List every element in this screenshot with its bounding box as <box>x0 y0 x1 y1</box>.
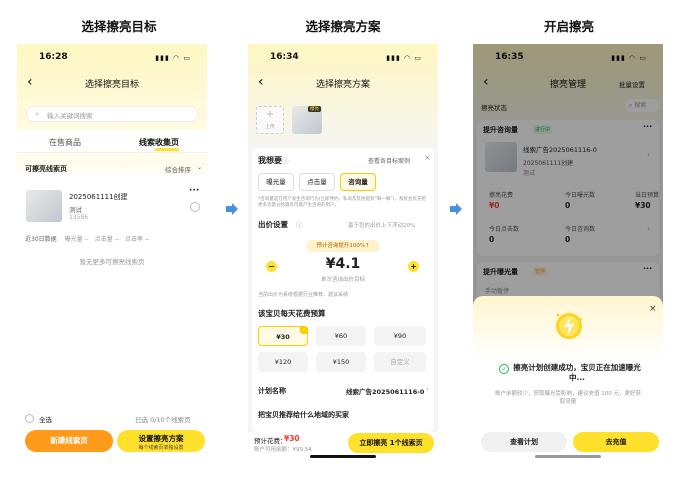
plan-name-label: 计划名称 <box>258 387 286 395</box>
setup-plan-button[interactable]: 设置擦亮方案 每个线索页单独设置 <box>117 430 205 452</box>
estimate-value: ¥30 <box>284 434 300 443</box>
view-plan-button[interactable]: 查看计划 <box>481 432 567 452</box>
bottom-bar: 预计花费： ¥30 账户可用余额：¥99.54 立即擦亮 1个线索页 <box>248 432 438 464</box>
help-icon: ⓘ <box>282 157 289 165</box>
plan-name-value[interactable]: 线索广告2025061116-0 <box>346 386 424 396</box>
flow-arrow-icon <box>450 203 462 215</box>
recharge-button[interactable]: 去充值 <box>573 432 659 452</box>
home-indicator <box>535 455 601 458</box>
tab-indicator <box>155 148 179 151</box>
stat-ctr: 点击率 <box>124 236 143 243</box>
plus-button[interactable]: + <box>408 261 419 272</box>
stats-row: 近30日数据 曝光量 -- 点击量 -- 点击率 -- <box>25 236 150 243</box>
page-title: 选择擦亮目标 <box>84 80 139 90</box>
status-bar: 16:28 ▮▮▮ ◠ ▭ <box>17 52 207 64</box>
price-120[interactable]: ¥120 <box>258 352 308 372</box>
tab-on-sale[interactable]: 在售商品 <box>49 137 81 148</box>
page-title: 选择擦亮方案 <box>315 80 370 90</box>
thumb-badge: 擦亮 <box>308 106 321 112</box>
price-custom[interactable]: 自定义 <box>374 352 426 372</box>
goal-clicks[interactable]: 点击量 <box>299 173 335 191</box>
chevron-down-icon: ⌄ <box>197 164 203 171</box>
item-checkbox[interactable] <box>190 202 200 212</box>
select-all-checkbox[interactable] <box>25 414 34 423</box>
section-label: 可擦亮线索页 <box>25 165 67 173</box>
more-icon[interactable]: ··· <box>189 186 199 196</box>
select-all-label: 全选 <box>39 416 52 424</box>
minus-button[interactable]: − <box>266 261 277 272</box>
lightning-coin-icon <box>556 313 582 339</box>
selected-count: 已选 0/10个线索页 <box>135 416 191 424</box>
goal-note: *咨询量是在用户发生咨询行为(立即预约、私询及其他提到“聊一聊”)，系统会优先把… <box>258 197 426 208</box>
item-thumbnail <box>26 190 62 222</box>
bid-label: 出价设置 <box>258 220 288 229</box>
bid-unit: 单次咨询出价目标 <box>320 277 365 283</box>
success-title: 擦亮计划创建成功，宝贝正在加速曝光中... <box>513 363 641 382</box>
success-note: 账户余额较少，获取曝光受影响，建议充值 100 元，更好获取流量 <box>495 391 641 405</box>
search-input[interactable]: ⌕ 输入关键词搜索 <box>26 106 198 122</box>
phone-select-plan: 16:34 ▮▮▮ ◠ ▭ ‹ 选择擦亮方案 + 上传 擦亮 我想要 ⓘ 查看各… <box>248 44 438 464</box>
upload-button[interactable]: + 上传 <box>256 106 284 134</box>
step-caption-start: 开启擦亮 <box>543 19 594 34</box>
close-icon[interactable]: × <box>424 153 431 162</box>
estimate-label: 预计花费： <box>254 437 287 445</box>
status-time: 16:34 <box>270 52 299 62</box>
flow-arrow-icon <box>226 203 238 215</box>
plus-icon: + <box>265 109 275 120</box>
plan-card: 我想要 ⓘ 查看各目标案例 × 曝光量 点击量 咨询量 *咨询量是在用户发生咨询… <box>252 148 434 432</box>
setup-plan-sub: 每个线索页单独设置 <box>138 445 184 451</box>
success-check-icon: ✓ <box>499 364 509 374</box>
phone-select-target: 16:28 ▮▮▮ ◠ ▭ ‹ 选择擦亮目标 ⌕ 输入关键词搜索 在售商品 线索… <box>17 44 207 464</box>
stat-clicks: 点击量 <box>94 236 113 243</box>
view-example-link[interactable]: 查看各目标案例 <box>368 156 410 165</box>
close-icon[interactable]: × <box>649 304 657 314</box>
region-label: 把宝贝推荐给什么地域的买家 <box>258 411 349 419</box>
search-placeholder: 输入关键词搜索 <box>47 112 93 120</box>
item-sub: 测试 <box>69 206 82 214</box>
check-icon: ✓ <box>300 326 308 334</box>
budget-label: 该宝贝每天花费预算 <box>258 309 326 318</box>
sort-dropdown[interactable]: 综合排序 <box>165 164 191 174</box>
signal-wifi-battery-icon: ▮▮▮ ◠ ▭ <box>155 54 191 62</box>
signal-wifi-battery-icon: ▮▮▮ ◠ ▭ <box>386 54 422 62</box>
balance-text: 账户可用余额：¥99.54 <box>254 447 312 453</box>
home-indicator <box>310 455 376 458</box>
price-90[interactable]: ¥90 <box>374 326 426 346</box>
tab-lead-page[interactable]: 线索收集页 <box>139 137 179 148</box>
chevron-right-icon: › <box>426 385 429 393</box>
goal-inquiries[interactable]: 咨询量 <box>340 173 376 191</box>
step-caption-select-plan: 选择擦亮方案 <box>305 19 381 34</box>
predict-badge: 预计咨询提升100%↑ <box>306 240 380 252</box>
help-icon: ⓘ <box>296 221 303 229</box>
stats-label: 近30日数据 <box>25 236 57 243</box>
success-sheet: × ✓ 擦亮计划创建成功，宝贝正在加速曝光中... 账户余额较少，获取曝光受影响… <box>473 296 663 464</box>
setup-plan-label: 设置擦亮方案 <box>138 434 184 443</box>
status-time: 16:28 <box>39 52 68 62</box>
price-150[interactable]: ¥150 <box>316 352 366 372</box>
bid-hint: 基于您的出价上下浮动20% <box>348 223 416 229</box>
bid-note: 当前出价为系统根据行业推荐，建议采纳 <box>258 292 349 298</box>
bid-value: ¥4.1 <box>325 256 361 272</box>
upload-label: 上传 <box>264 124 275 130</box>
tab-bar: 在售商品 线索收集页 <box>17 130 207 152</box>
want-label: 我想要 <box>258 156 282 165</box>
item-name: 2025061111创建 <box>69 193 128 201</box>
goal-impressions[interactable]: 曝光量 <box>258 173 294 191</box>
empty-hint: 暂无更多可擦亮线索页 <box>79 258 145 266</box>
status-bar: 16:34 ▮▮▮ ◠ ▭ <box>248 52 438 64</box>
search-icon: ⌕ <box>35 110 39 118</box>
new-lead-page-button[interactable]: 新建线索页 <box>25 430 113 452</box>
selected-item-thumbnail: 擦亮 <box>292 106 322 134</box>
step-caption-select-target: 选择擦亮目标 <box>81 19 157 34</box>
submit-button[interactable]: 立即擦亮 1个线索页 <box>348 433 434 453</box>
price-60[interactable]: ¥60 <box>316 326 366 346</box>
phone-start-polish: 16:35 ▮▮▮ ◠ ▭ ‹ 擦亮管理 批量设置 擦亮状态 ⌕ 搜索 提升咨询… <box>473 44 663 464</box>
stat-impressions: 曝光量 <box>64 236 83 243</box>
item-id: 13586 <box>69 214 89 221</box>
